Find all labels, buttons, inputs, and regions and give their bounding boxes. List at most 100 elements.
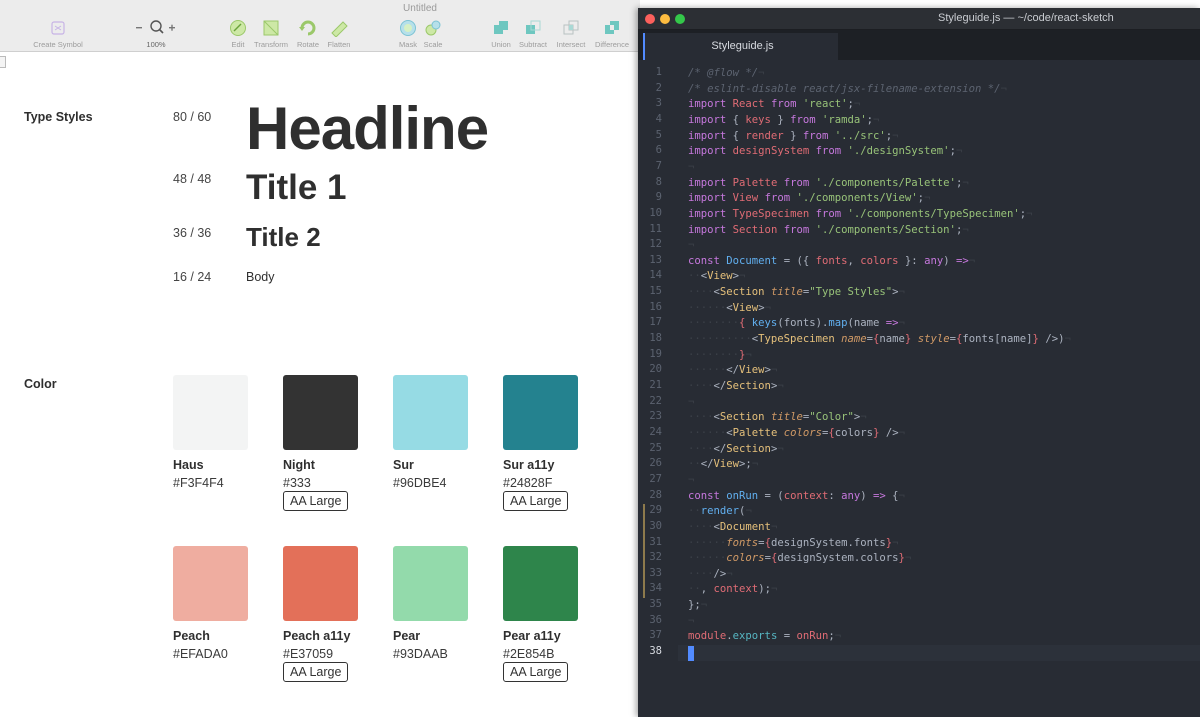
color-swatch[interactable] <box>503 375 578 450</box>
color-swatch[interactable] <box>173 375 248 450</box>
color-swatch[interactable] <box>393 546 468 621</box>
mask-button[interactable]: Mask <box>396 18 420 52</box>
line-number: 18 <box>649 332 662 345</box>
code-token: import <box>688 207 727 220</box>
type-sample-title1[interactable]: Title 1 <box>246 168 347 208</box>
type-sample-headline[interactable]: Headline <box>246 94 489 164</box>
code-token: } <box>770 113 791 126</box>
code-token: ···· <box>688 411 714 424</box>
type-sample-body[interactable]: Body <box>246 270 275 284</box>
code-token: ¬ <box>770 583 778 596</box>
contrast-badge: AA Large <box>503 662 569 682</box>
code-token: './components/TypeSpecimen' <box>847 207 1020 220</box>
code-token: ¬ <box>1026 207 1033 220</box>
color-swatch[interactable] <box>173 546 248 621</box>
code-token: { <box>885 489 899 502</box>
color-swatch[interactable] <box>283 546 358 621</box>
code-token: (name <box>847 317 886 330</box>
code-token: View <box>707 270 733 283</box>
type-sample-title2[interactable]: Title 2 <box>246 222 321 252</box>
code-token: import <box>688 176 727 189</box>
subtract-label: Subtract <box>519 40 547 49</box>
code-token: import <box>688 223 727 236</box>
code-token: { <box>802 254 816 267</box>
code-token: ¬ <box>758 67 765 79</box>
line-number: 5 <box>655 128 662 141</box>
color-swatch[interactable] <box>283 375 358 450</box>
code-token: ·· <box>688 505 701 518</box>
scale-button[interactable]: Scale <box>421 18 445 52</box>
type-size-title2: 36 / 36 <box>173 226 212 240</box>
code-line: ¬ <box>688 473 694 488</box>
difference-button[interactable]: Difference <box>592 18 632 52</box>
line-number: 8 <box>655 175 662 188</box>
edit-label: Edit <box>231 40 245 49</box>
close-window-button[interactable] <box>645 14 655 24</box>
code-token: from <box>770 98 797 111</box>
intersect-button[interactable]: Intersect <box>553 18 589 52</box>
color-heading: Color <box>24 377 57 391</box>
line-number: 37 <box>649 629 662 642</box>
sidebar-toggle-handle[interactable] <box>0 56 6 68</box>
edit-button[interactable]: Edit <box>226 18 250 52</box>
code-token: ¬ <box>1064 333 1071 346</box>
difference-icon <box>603 18 621 38</box>
code-token: ¬ <box>745 348 752 361</box>
union-button[interactable]: Union <box>488 18 514 52</box>
editor-tab-bar: Styleguide.js <box>638 30 1200 60</box>
color-hex: #93DAAB <box>393 647 448 661</box>
type-size-headline: 80 / 60 <box>173 110 212 124</box>
subtract-button[interactable]: Subtract <box>516 18 550 52</box>
code-token: ¬ <box>751 458 759 471</box>
code-token: import <box>688 192 727 205</box>
code-token: title <box>770 286 803 299</box>
rotate-button[interactable]: Rotate <box>293 18 323 52</box>
line-number: 2 <box>655 81 662 94</box>
code-token: </ <box>726 364 740 377</box>
code-token: ·· <box>688 458 701 471</box>
code-line: ······<Palette colors={colors} />¬ <box>688 426 905 441</box>
code-token: ¬ <box>688 239 695 252</box>
code-token: ¬ <box>898 489 905 502</box>
code-token: ¬ <box>898 426 905 439</box>
color-swatch[interactable] <box>503 546 578 621</box>
code-token: ¬ <box>726 567 733 580</box>
color-name: Peach <box>173 629 210 643</box>
minimize-window-button[interactable] <box>660 14 670 24</box>
color-swatch[interactable] <box>393 375 468 450</box>
zoom-level: 100% <box>146 40 166 49</box>
code-line: ¬ <box>688 395 694 410</box>
mask-icon <box>399 18 417 38</box>
line-number: 14 <box>649 269 662 282</box>
editor-titlebar: Styleguide.js — ~/code/react-sketch <box>638 8 1200 30</box>
code-token: context <box>713 583 759 596</box>
tab-styleguide-js[interactable]: Styleguide.js <box>643 33 838 60</box>
zoom-window-button[interactable] <box>675 14 685 24</box>
code-token: ¬ <box>904 552 912 565</box>
editor-text-area[interactable]: 1 2 3 4 5 6 7 8 9 10 11 12 13 14 15 16 17 18 19 20 21 22 23 24 2… <box>638 60 1200 717</box>
line-number: 15 <box>649 285 662 298</box>
code-line: ··<View>¬ <box>688 269 745 284</box>
code-token: render <box>700 505 740 518</box>
create-symbol-button[interactable]: Create Symbol <box>30 18 86 52</box>
union-icon <box>492 18 510 38</box>
line-number: 36 <box>649 613 662 626</box>
code-token: "Type Styles" <box>809 286 893 299</box>
code-line: import { keys } from 'ramda';¬ <box>688 113 879 128</box>
flatten-button[interactable]: Flatten <box>324 18 354 52</box>
zoom-control[interactable]: 100% <box>134 18 178 52</box>
code-token: ) <box>860 489 874 502</box>
code-token: from <box>783 176 810 189</box>
code-token: View <box>739 364 765 377</box>
color-name: Haus <box>173 458 204 472</box>
union-label: Union <box>491 40 511 49</box>
intersect-label: Intersect <box>556 40 586 49</box>
code-token: ¬ <box>968 254 976 267</box>
code-token: { <box>726 129 746 142</box>
transform-button[interactable]: Transform <box>252 18 290 52</box>
contrast-badge: AA Large <box>283 662 349 682</box>
code-token: Section <box>719 286 765 299</box>
code-token: ¬ <box>962 223 969 236</box>
create-symbol-icon <box>51 18 65 38</box>
code-token: Document <box>719 520 771 533</box>
